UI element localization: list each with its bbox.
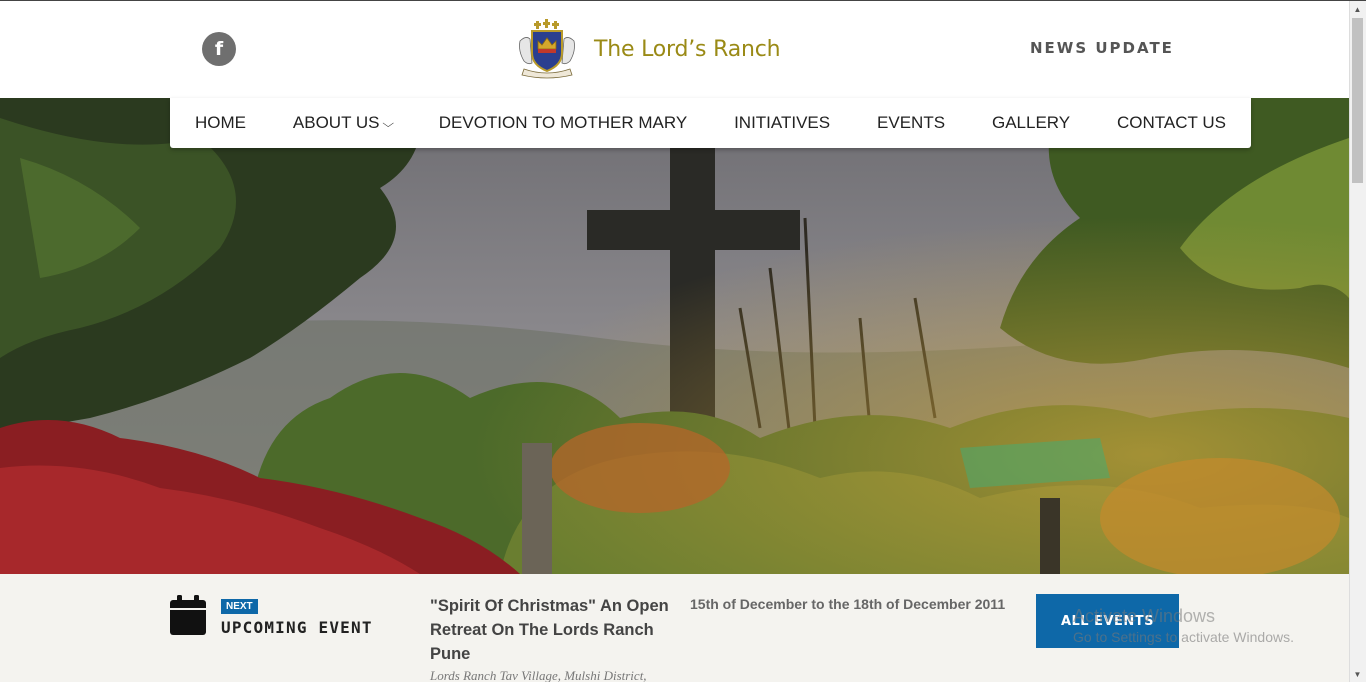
calendar-icon bbox=[170, 595, 206, 635]
chevron-down-icon: ⌵ bbox=[381, 117, 394, 130]
scrollbar-thumb[interactable] bbox=[1352, 18, 1363, 183]
page: f The Lord’s Ranch NEWS UPDATE HOME ABOU… bbox=[0, 0, 1366, 682]
nav-item-label: CONTACT US bbox=[1117, 113, 1226, 132]
nav-item-label: INITIATIVES bbox=[734, 113, 831, 132]
news-update-link[interactable]: NEWS UPDATE bbox=[1030, 39, 1174, 57]
nav-item-contact-us[interactable]: CONTACT US bbox=[1117, 113, 1226, 133]
upcoming-event-label: UPCOMING EVENT bbox=[221, 618, 373, 637]
nav-item-label: DEVOTION TO MOTHER MARY bbox=[438, 113, 688, 132]
site-logo[interactable]: The Lord’s Ranch bbox=[516, 19, 781, 79]
facebook-icon[interactable]: f bbox=[202, 32, 236, 66]
main-nav: HOME ABOUT US ⌵ DEVOTION TO MOTHER MARY I… bbox=[170, 98, 1251, 148]
nav-item-label: GALLERY bbox=[991, 113, 1071, 132]
next-badge: NEXT bbox=[221, 599, 258, 614]
nav-item-label: ABOUT US bbox=[292, 113, 380, 132]
nav-item-label: HOME bbox=[195, 113, 246, 132]
nav-item-initiatives[interactable]: INITIATIVES bbox=[734, 113, 830, 133]
nav-item-gallery[interactable]: GALLERY bbox=[992, 113, 1070, 133]
hero-image bbox=[0, 98, 1349, 574]
nav-item-label: EVENTS bbox=[877, 113, 946, 132]
event-date: 15th of December to the 18th of December… bbox=[690, 596, 1006, 612]
nav-item-events[interactable]: EVENTS bbox=[877, 113, 945, 133]
nav-item-devotion[interactable]: DEVOTION TO MOTHER MARY bbox=[439, 113, 687, 133]
nav-item-about-us[interactable]: ABOUT US ⌵ bbox=[292, 113, 394, 133]
event-location: Lords Ranch Tav Village, Mulshi District… bbox=[430, 668, 647, 682]
activation-watermark-subtitle: Go to Settings to activate Windows. bbox=[1073, 629, 1294, 645]
brand-name: The Lord’s Ranch bbox=[594, 36, 781, 62]
crest-icon bbox=[519, 19, 575, 79]
nav-item-home[interactable]: HOME bbox=[195, 113, 246, 133]
event-title-link[interactable]: "Spirit Of Christmas" An Open Retreat On… bbox=[430, 594, 670, 666]
scroll-up-icon[interactable]: ▲ bbox=[1349, 1, 1366, 18]
scroll-down-icon[interactable]: ▼ bbox=[1349, 666, 1366, 682]
activation-watermark-title: Activate Windows bbox=[1073, 606, 1216, 626]
